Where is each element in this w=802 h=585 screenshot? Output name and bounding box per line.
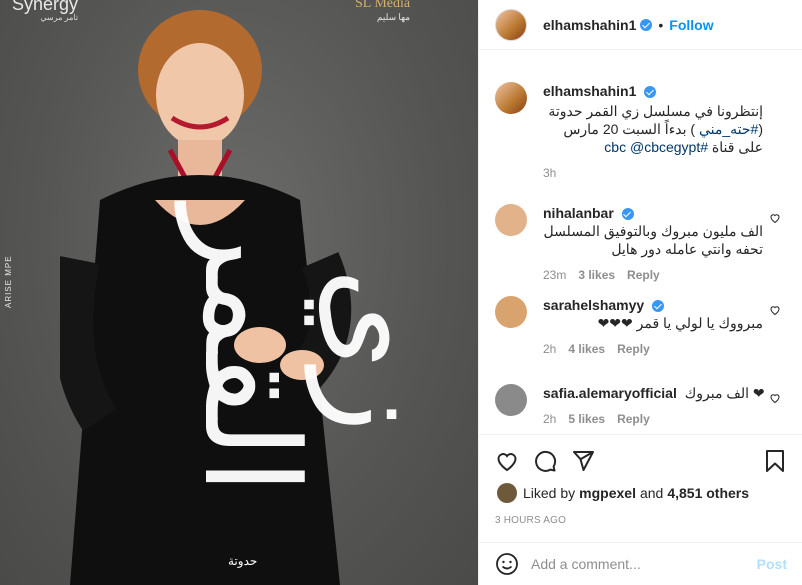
comment-time[interactable]: 2h (543, 342, 556, 356)
reply-button[interactable]: Reply (617, 412, 650, 426)
likes-others-link[interactable]: 4,851 others (667, 485, 749, 501)
caption-body: elhamshahin1 إنتظرونا في مسلسل زي القمر … (543, 82, 763, 182)
caption-username[interactable]: elhamshahin1 (543, 83, 636, 99)
comment-text: الف مليون مبروك وبالتوفيق المسلسل تحفه و… (543, 223, 763, 257)
comment-time[interactable]: 2h (543, 412, 556, 426)
comment-text: الف مبروك ❤ (684, 385, 765, 401)
likes-summary: Liked by mgpexel and 4,851 others (497, 483, 753, 503)
poster-subtitle: حدوتة (228, 554, 258, 568)
follow-button[interactable]: Follow (669, 17, 713, 33)
comment-meta: 2h 5 likes Reply (543, 410, 773, 428)
comment-body: sarahelshamyy مبرووك يا لولي يا قمر ❤❤❤ … (543, 296, 763, 358)
caption-time[interactable]: 3h (543, 166, 556, 180)
verified-badge-icon (644, 86, 657, 99)
post-image[interactable]: Synergy تامر مرسي SL Media مها سليم ARIS… (0, 0, 478, 585)
comment-text: مبرووك يا لولي يا قمر ❤❤❤ (597, 315, 763, 331)
post-timestamp[interactable]: 3 HOURS AGO (495, 515, 566, 526)
comment-likes[interactable]: 4 likes (568, 342, 605, 356)
comment-username[interactable]: nihalanbar (543, 205, 614, 221)
author-username[interactable]: elhamshahin1 (543, 17, 636, 33)
liker-avatar[interactable] (497, 483, 517, 503)
save-bookmark-icon[interactable] (761, 447, 789, 475)
like-heart-icon[interactable] (493, 447, 521, 475)
post-comment-button[interactable]: Post (757, 556, 787, 572)
header-separator: • (658, 16, 664, 33)
comment-row: safia.alemaryofficial الف مبروك ❤ 2h 5 li… (495, 384, 795, 434)
comments-list[interactable]: elhamshahin1 إنتظرونا في مسلسل زي القمر … (479, 68, 802, 434)
side-credit: ARISE MPE (4, 255, 13, 308)
comment-body: nihalanbar الف مليون مبروك وبالتوفيق الم… (543, 204, 763, 284)
like-comment-heart-icon[interactable] (769, 304, 781, 316)
liker-username[interactable]: mgpexel (579, 485, 636, 501)
comment-input[interactable] (531, 556, 751, 572)
commenter-avatar[interactable] (495, 296, 527, 328)
comment-body: safia.alemaryofficial الف مبروك ❤ 2h 5 li… (543, 384, 773, 428)
caption-mention[interactable]: @cbcegypt (630, 139, 700, 155)
commenter-avatar[interactable] (495, 204, 527, 236)
emoji-icon[interactable] (495, 552, 519, 576)
comment-likes[interactable]: 5 likes (568, 412, 605, 426)
comment-meta: 2h 4 likes Reply (543, 340, 763, 358)
post-actions: Liked by mgpexel and 4,851 others 3 HOUR… (479, 434, 802, 542)
comment-bubble-icon[interactable] (531, 447, 559, 475)
comment-meta: 23m 3 likes Reply (543, 266, 763, 284)
verified-badge-icon (621, 208, 634, 221)
comment-row: nihalanbar الف مليون مبروك وبالتوفيق الم… (495, 204, 795, 282)
post-sidebar: elhamshahin1 • Follow elhamshahin1 إنتظر… (478, 0, 802, 585)
comment-composer: Post (479, 542, 802, 585)
comment-username[interactable]: sarahelshamyy (543, 297, 644, 313)
reply-button[interactable]: Reply (627, 268, 660, 282)
caption-avatar[interactable] (495, 82, 527, 114)
poster-title: زي القمر (175, 205, 457, 495)
verified-badge-icon (652, 300, 665, 313)
comment-row: sarahelshamyy مبرووك يا لولي يا قمر ❤❤❤ … (495, 296, 795, 366)
share-plane-icon[interactable] (569, 447, 597, 475)
caption-hashtag[interactable]: #حته_مني (699, 121, 758, 137)
reply-button[interactable]: Reply (617, 342, 650, 356)
comment-username[interactable]: safia.alemaryofficial (543, 385, 677, 401)
caption: elhamshahin1 إنتظرونا في مسلسل زي القمر … (495, 82, 795, 182)
author-avatar[interactable] (495, 8, 527, 41)
commenter-avatar[interactable] (495, 384, 527, 416)
likes-connector: and (639, 485, 664, 501)
comment-time[interactable]: 23m (543, 268, 566, 282)
like-comment-heart-icon[interactable] (769, 212, 781, 224)
like-comment-heart-icon[interactable] (769, 392, 781, 404)
comment-likes[interactable]: 3 likes (578, 268, 615, 282)
caption-meta: 3h (543, 164, 763, 182)
instagram-post: Synergy تامر مرسي SL Media مها سليم ARIS… (0, 0, 802, 585)
verified-badge-icon (640, 18, 653, 31)
post-header: elhamshahin1 • Follow (479, 0, 802, 50)
likes-prefix: Liked by (523, 485, 576, 501)
